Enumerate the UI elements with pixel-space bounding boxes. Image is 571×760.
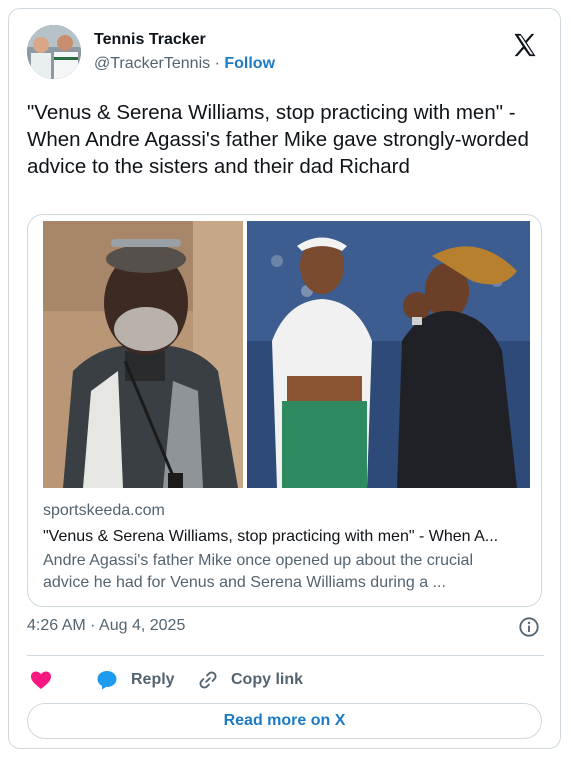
handle-separator: · [214, 55, 220, 72]
author-name[interactable]: Tennis Tracker [94, 31, 206, 49]
avatar[interactable] [27, 25, 81, 79]
link-icon [199, 671, 217, 689]
link-domain: sportskeeda.com [43, 502, 165, 519]
divider [27, 655, 544, 656]
photo-man-at-microphone [43, 221, 243, 488]
photo-venus-and-serena [247, 221, 530, 488]
info-icon[interactable] [518, 616, 540, 638]
reply-button[interactable]: Reply [95, 666, 175, 694]
link-card-meta: sportskeeda.com "Venus & Serena Williams… [43, 500, 533, 594]
link-card[interactable]: sportskeeda.com "Venus & Serena Williams… [27, 214, 542, 607]
read-more-button[interactable]: Read more on X [27, 703, 542, 739]
author-handle[interactable]: @TrackerTennis [94, 55, 210, 72]
heart-icon [31, 671, 51, 689]
link-card-images [43, 221, 530, 488]
reply-label: Reply [131, 671, 175, 688]
tweet-actions: Reply Copy link [27, 666, 544, 694]
link-title: "Venus & Serena Williams, stop practicin… [43, 528, 499, 545]
tweet-card: Tennis Tracker @TrackerTennis · Follow "… [8, 8, 561, 749]
like-button[interactable] [29, 666, 53, 694]
tweet-timestamp[interactable]: 4:26 AM · Aug 4, 2025 [27, 617, 185, 635]
tweet-text: "Venus & Serena Williams, stop practicin… [27, 101, 529, 178]
x-logo-icon[interactable] [511, 31, 539, 59]
link-description: Andre Agassi's father Mike once opened u… [43, 552, 473, 591]
author-handle-row: @TrackerTennis · Follow [94, 55, 275, 73]
follow-button[interactable]: Follow [224, 55, 275, 72]
tweet-header: Tennis Tracker @TrackerTennis · Follow [27, 25, 547, 83]
copy-link-button[interactable]: Copy link [197, 666, 303, 694]
avatar-image [27, 25, 81, 79]
copy-link-label: Copy link [231, 671, 304, 688]
reply-bubble-icon [97, 671, 117, 690]
